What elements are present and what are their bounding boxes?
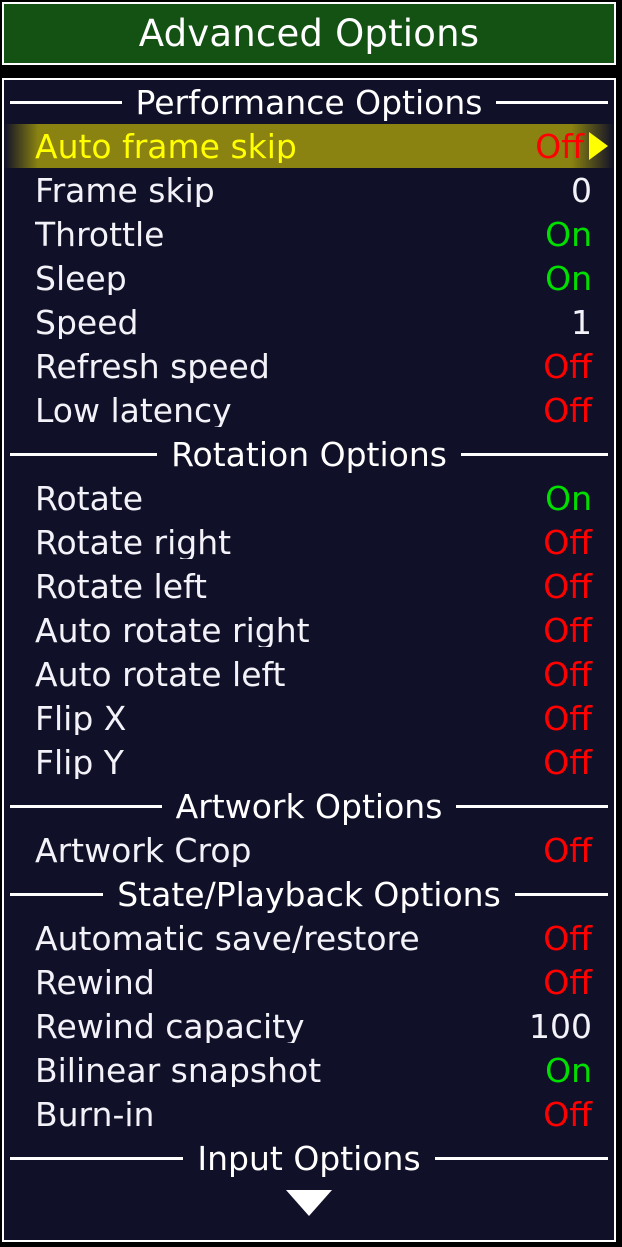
section-rule-left (10, 892, 104, 896)
option-label: Burn-in (35, 1097, 155, 1131)
option-row[interactable]: Refresh speed Off (4, 344, 614, 388)
option-row[interactable]: Burn-in Off (4, 1092, 614, 1136)
option-row[interactable]: Rotate right Off (4, 520, 614, 564)
section-title: Input Options (197, 1138, 421, 1178)
option-value[interactable]: 100 (529, 1010, 614, 1043)
option-label: Flip X (35, 701, 127, 735)
option-value[interactable]: On (545, 482, 614, 515)
option-label: Bilinear snapshot (35, 1053, 322, 1087)
section-rule-right (456, 804, 609, 808)
option-row[interactable]: Rotate left Off (4, 564, 614, 608)
section-rule-right (514, 892, 608, 896)
option-label: Rewind (35, 965, 155, 999)
option-label: Flip Y (35, 745, 124, 779)
option-value[interactable]: 1 (571, 306, 614, 339)
option-row[interactable]: Low latency Off (4, 388, 614, 432)
options-panel: Performance Options Auto frame skip Off Fra… (2, 78, 616, 1242)
option-row[interactable]: Bilinear snapshot On (4, 1048, 614, 1092)
option-value[interactable]: Off (543, 702, 614, 735)
option-label: Automatic save/restore (35, 921, 420, 955)
option-label: Refresh speed (35, 349, 270, 383)
scroll-down-indicator[interactable] (4, 1180, 614, 1226)
option-value[interactable]: 0 (571, 174, 614, 207)
option-value[interactable]: Off (543, 746, 614, 779)
section-rule-right (496, 100, 608, 104)
option-row[interactable]: Rewind Off (4, 960, 614, 1004)
option-label: Auto frame skip (35, 129, 297, 163)
section-title: Performance Options (135, 82, 483, 122)
option-row[interactable]: Sleep On (4, 256, 614, 300)
option-row[interactable]: Speed 1 (4, 300, 614, 344)
options-menu-list[interactable]: Performance Options Auto frame skip Off Fra… (4, 80, 614, 1226)
option-value[interactable]: Off (543, 658, 614, 691)
window-title-bar: Advanced Options (2, 2, 616, 65)
section-rule-right (434, 1156, 609, 1160)
option-row[interactable]: Frame skip 0 (4, 168, 614, 212)
option-row[interactable]: Auto rotate right Off (4, 608, 614, 652)
section-title: Rotation Options (171, 434, 447, 474)
option-row[interactable]: Auto rotate left Off (4, 652, 614, 696)
option-label: Sleep (35, 261, 127, 295)
arrow-down-icon[interactable] (286, 1190, 332, 1216)
section-rule-left (10, 452, 158, 456)
option-value[interactable]: Off (543, 922, 614, 955)
section-header: State/Playback Options (4, 872, 614, 916)
option-value[interactable]: On (545, 262, 614, 295)
section-rule-right (460, 452, 609, 456)
option-label: Low latency (35, 393, 232, 427)
arrow-right-icon[interactable] (589, 132, 608, 160)
section-header: Performance Options (4, 80, 614, 124)
option-value[interactable]: On (545, 1054, 614, 1087)
option-value[interactable]: On (545, 218, 614, 251)
option-value[interactable]: Off (543, 966, 614, 999)
option-label: Rotate left (35, 569, 207, 603)
option-label: Frame skip (35, 173, 215, 207)
option-row[interactable]: Rotate On (4, 476, 614, 520)
section-rule-left (10, 804, 162, 808)
option-value[interactable]: Off (543, 526, 614, 559)
option-label: Rotate right (35, 525, 232, 559)
option-value[interactable]: Off (543, 1098, 614, 1131)
option-row[interactable]: Artwork Crop Off (4, 828, 614, 872)
section-header: Input Options (4, 1136, 614, 1180)
section-header: Artwork Options (4, 784, 614, 828)
option-label: Throttle (35, 217, 165, 251)
option-value[interactable]: Off (543, 570, 614, 603)
option-label: Auto rotate left (35, 657, 286, 691)
option-row-selected[interactable]: Auto frame skip Off (4, 124, 614, 168)
section-header: Rotation Options (4, 432, 614, 476)
section-rule-left (10, 1156, 184, 1160)
option-label: Rotate (35, 481, 144, 515)
option-row[interactable]: Automatic save/restore Off (4, 916, 614, 960)
option-label: Speed (35, 305, 139, 339)
option-row[interactable]: Flip X Off (4, 696, 614, 740)
option-label: Rewind capacity (35, 1009, 305, 1043)
option-row[interactable]: Rewind capacity 100 (4, 1004, 614, 1048)
section-rule-left (10, 100, 122, 104)
page-title: Advanced Options (138, 12, 480, 55)
option-label: Auto rotate right (35, 613, 310, 647)
option-value[interactable]: Off (543, 834, 614, 867)
option-row[interactable]: Flip Y Off (4, 740, 614, 784)
option-value[interactable]: Off (543, 350, 614, 383)
section-title: Artwork Options (175, 786, 443, 826)
section-title: State/Playback Options (117, 874, 501, 914)
option-row[interactable]: Throttle On (4, 212, 614, 256)
option-value[interactable]: Off (543, 614, 614, 647)
option-value[interactable]: Off (543, 394, 614, 427)
option-label: Artwork Crop (35, 833, 252, 867)
